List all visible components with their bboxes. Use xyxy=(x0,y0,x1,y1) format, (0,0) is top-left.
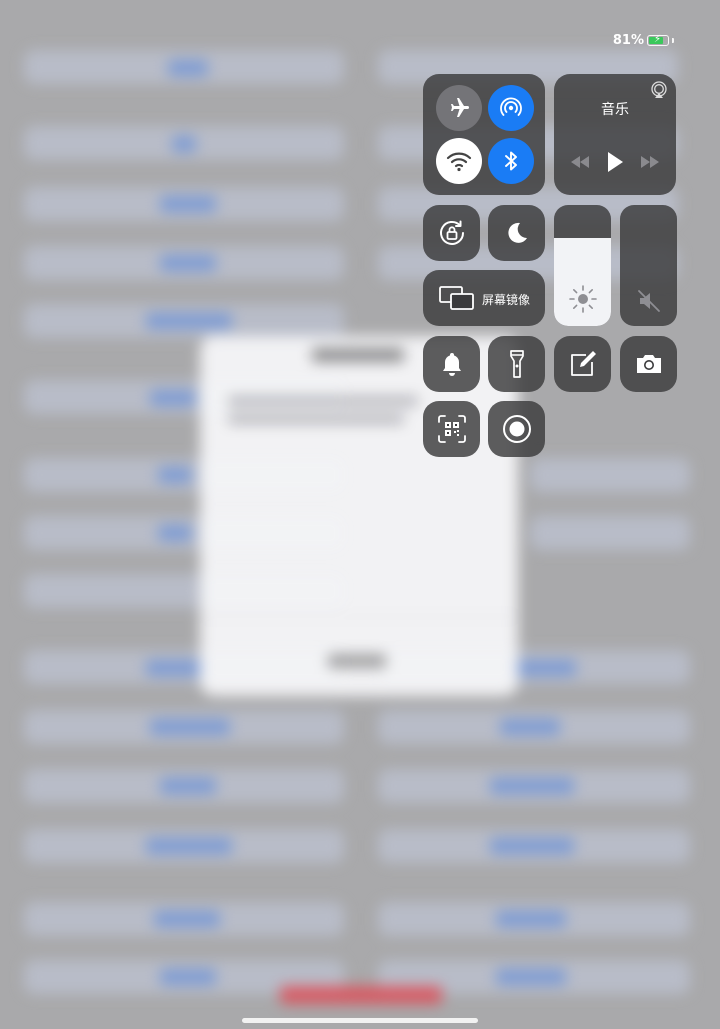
qr-scanner-icon xyxy=(437,415,466,443)
background-link xyxy=(496,969,566,985)
bluetooth-icon xyxy=(505,151,517,171)
battery-indicator: 81% ⚡ xyxy=(613,33,674,48)
background-link xyxy=(150,719,230,735)
background-field xyxy=(530,458,690,492)
bell-icon xyxy=(442,353,461,376)
background-link xyxy=(146,313,232,329)
play-icon xyxy=(607,152,623,172)
background-red-button xyxy=(280,986,442,1004)
background-link xyxy=(172,136,196,152)
background-link xyxy=(496,911,566,927)
wifi-toggle[interactable] xyxy=(436,138,482,184)
background-link xyxy=(512,660,576,676)
screen-mirroring-button[interactable]: 屏幕镜像 xyxy=(423,270,545,326)
dialog-divider xyxy=(200,616,518,617)
volume-slider[interactable] xyxy=(620,205,677,326)
screen-mirroring-label: 屏幕镜像 xyxy=(482,293,531,307)
dialog-text-blur xyxy=(228,396,418,406)
background-link xyxy=(160,255,216,271)
charging-bolt-icon: ⚡ xyxy=(654,34,662,45)
brightness-icon-wrap xyxy=(554,284,611,314)
background-link xyxy=(490,838,574,854)
dialog-button-blur xyxy=(328,654,386,668)
previous-icon xyxy=(570,156,589,168)
airdrop-icon xyxy=(500,97,522,116)
moon-icon xyxy=(507,222,527,243)
background-field xyxy=(530,516,690,550)
airplane-mode-toggle[interactable] xyxy=(436,85,482,131)
dialog-text-blur xyxy=(228,414,404,424)
camera-button[interactable] xyxy=(620,336,677,392)
screen-record-button[interactable] xyxy=(488,401,545,457)
alarm-button[interactable] xyxy=(423,336,480,392)
battery-cap xyxy=(672,38,674,43)
background-link xyxy=(160,196,216,212)
airplay-icon xyxy=(651,81,667,98)
previous-track-button[interactable] xyxy=(565,150,595,174)
speaker-muted-icon xyxy=(637,290,660,312)
orientation-lock-button[interactable] xyxy=(423,205,480,261)
background-link xyxy=(154,911,220,927)
do-not-disturb-button[interactable] xyxy=(488,205,545,261)
camera-icon xyxy=(636,355,661,373)
flashlight-icon xyxy=(509,350,524,378)
flashlight-button[interactable] xyxy=(488,336,545,392)
home-indicator[interactable] xyxy=(242,1018,478,1023)
volume-icon-wrap xyxy=(620,288,677,314)
connectivity-module[interactable] xyxy=(423,74,545,195)
battery-percent: 81% xyxy=(612,33,644,48)
brightness-slider[interactable] xyxy=(554,205,611,326)
background-link xyxy=(500,719,560,735)
music-module[interactable]: 音乐 xyxy=(554,74,676,195)
notes-button[interactable] xyxy=(554,336,611,392)
bluetooth-toggle[interactable] xyxy=(488,138,534,184)
airdrop-toggle[interactable] xyxy=(488,85,534,131)
background-link xyxy=(158,467,192,483)
sun-icon xyxy=(568,285,597,313)
screen-mirroring-icon xyxy=(439,286,474,310)
notes-icon xyxy=(570,351,596,376)
background-link xyxy=(146,838,232,854)
wifi-icon xyxy=(446,152,472,172)
background-link xyxy=(146,660,202,676)
airplane-icon xyxy=(451,98,469,117)
dialog-title-blur xyxy=(312,348,404,362)
screen-record-icon xyxy=(502,415,531,443)
background-link xyxy=(158,525,192,541)
battery-icon: ⚡ xyxy=(647,34,669,46)
background-link xyxy=(160,969,216,985)
background-link xyxy=(168,60,208,76)
qr-scanner-button[interactable] xyxy=(423,401,480,457)
play-button[interactable] xyxy=(600,150,630,174)
music-title: 音乐 xyxy=(601,102,629,118)
next-icon xyxy=(641,156,660,168)
next-track-button[interactable] xyxy=(635,150,665,174)
background-link xyxy=(150,390,196,406)
media-controls xyxy=(562,150,668,174)
background-link xyxy=(490,778,574,794)
rotation-lock-icon xyxy=(439,220,464,245)
background-link xyxy=(160,778,216,794)
